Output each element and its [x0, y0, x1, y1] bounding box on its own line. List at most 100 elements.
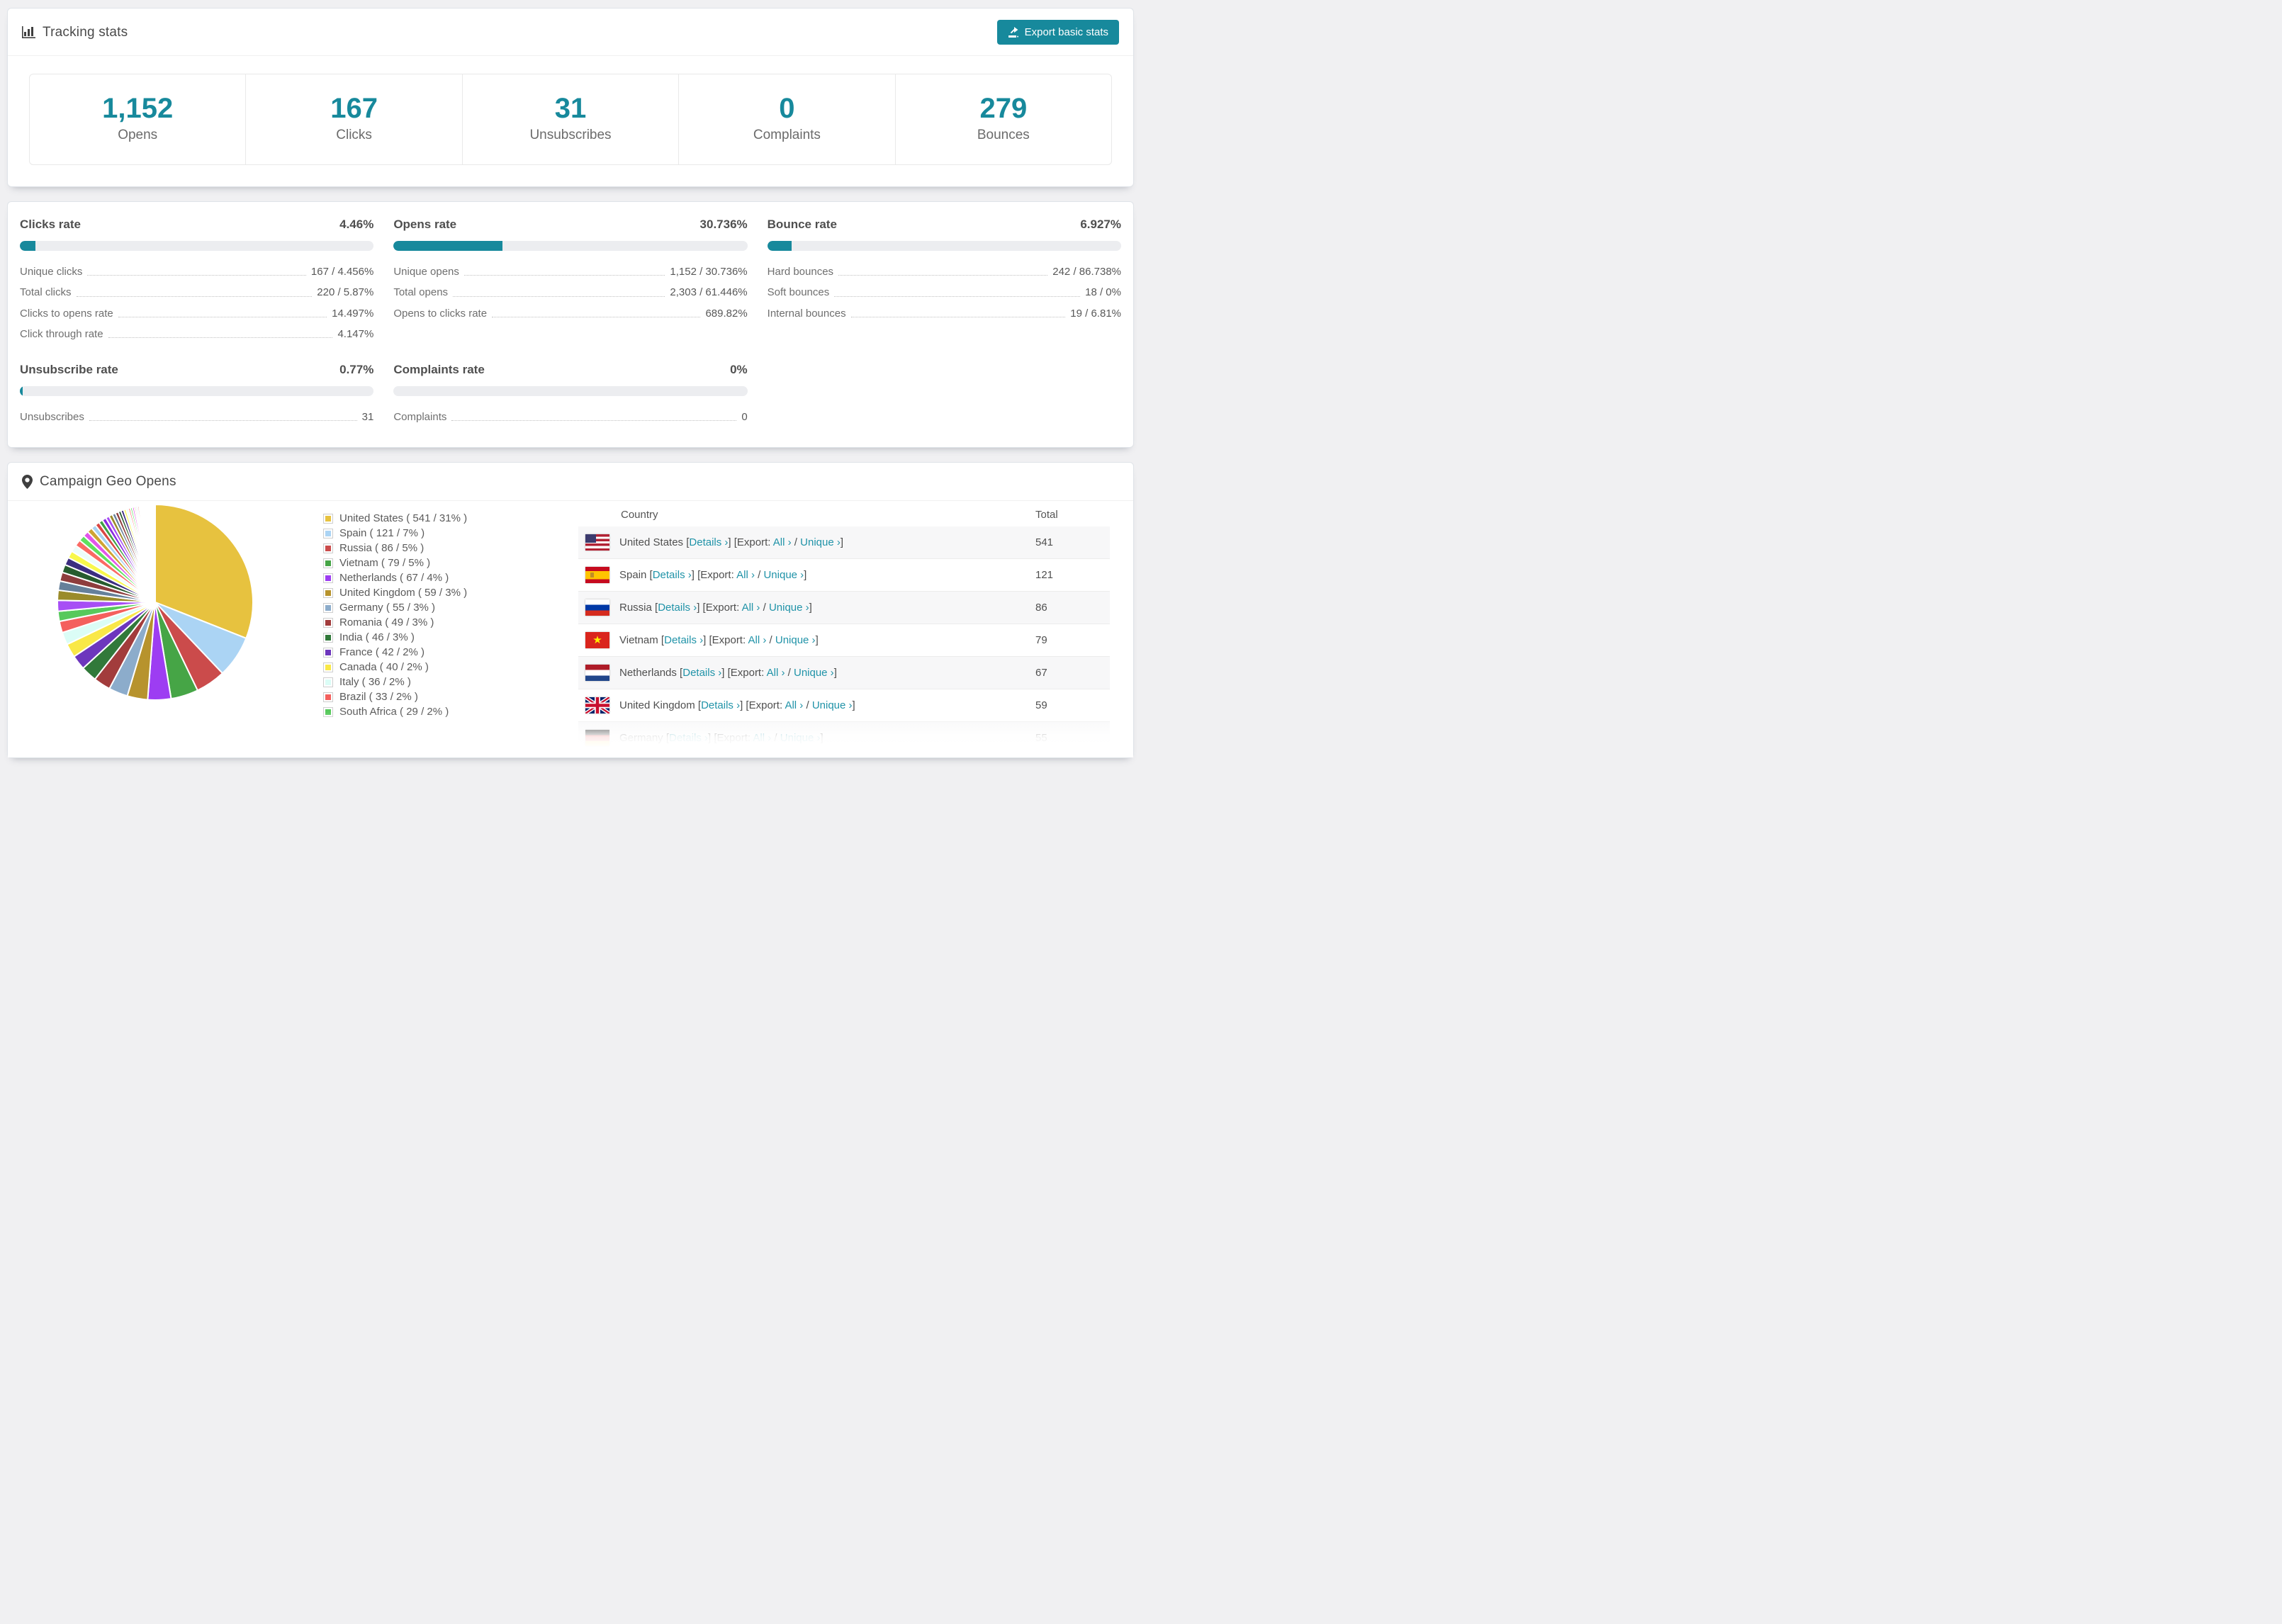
rate-row-label: Unsubscribes: [20, 411, 84, 423]
legend-item-spain[interactable]: Spain ( 121 / 7% ): [323, 526, 467, 541]
rate-block-opens-rate: Opens rate 30.736% Unique opens 1,152 / 30.…: [393, 218, 748, 340]
rate-rows: Complaints 0: [393, 411, 747, 423]
tracking-stats-card: Tracking stats Export basic stats 1,152 O…: [7, 8, 1134, 187]
legend-label: France ( 42 / 2% ): [339, 646, 425, 659]
details-link[interactable]: Details ›: [669, 732, 708, 744]
geo-table-row-united-states: United States [Details ›] [Export: All ›…: [578, 526, 1110, 560]
geo-row-total: 121: [1035, 569, 1054, 582]
geo-row-total: 86: [1035, 602, 1047, 614]
rate-row: Hard bounces 242 / 86.738%: [768, 266, 1121, 278]
stat-value: 0: [779, 93, 795, 124]
export-all-link[interactable]: All ›: [773, 536, 792, 548]
export-all-link[interactable]: All ›: [767, 667, 785, 679]
legend-label: Germany ( 55 / 3% ): [339, 602, 436, 614]
geo-row-total: 59: [1035, 699, 1047, 712]
export-unique-link[interactable]: Unique ›: [780, 732, 821, 744]
export-all-link[interactable]: All ›: [748, 634, 767, 646]
dotted-leader: [453, 295, 665, 297]
legend-color-chip: [323, 543, 333, 553]
legend-item-united-kingdom[interactable]: United Kingdom ( 59 / 3% ): [323, 585, 467, 600]
export-basic-stats-button[interactable]: Export basic stats: [996, 20, 1119, 45]
rate-row: Click through rate 4.147%: [20, 328, 373, 340]
geo-title: Campaign Geo Opens: [22, 474, 176, 490]
rate-row-label: Unique clicks: [20, 266, 83, 278]
legend-color-chip: [323, 647, 333, 658]
export-all-link[interactable]: All ›: [785, 699, 803, 711]
details-link[interactable]: Details ›: [682, 667, 721, 679]
rate-progress-track: [20, 386, 374, 396]
rate-title: Opens rate: [393, 218, 457, 231]
rate-row-value: 689.82%: [705, 307, 748, 320]
geo-row-country-cell: Germany [Details ›] [Export: All › / Uni…: [578, 730, 1035, 747]
legend-color-chip: [323, 662, 333, 672]
legend-color-chip: [323, 706, 333, 717]
rate-progress-fill: [393, 241, 502, 251]
legend-color-chip: [323, 677, 333, 687]
rate-row-value: 18 / 0%: [1085, 286, 1121, 299]
geo-body: United States ( 541 / 31% ) Spain ( 121 /…: [8, 501, 1133, 758]
rate-row-label: Unique opens: [393, 266, 459, 278]
rate-row-value: 167 / 4.456%: [310, 266, 374, 278]
legend-label: United States ( 541 / 31% ): [339, 512, 468, 525]
geo-table-row-germany: Germany [Details ›] [Export: All › / Uni…: [578, 722, 1110, 755]
legend-item-south-africa[interactable]: South Africa ( 29 / 2% ): [323, 704, 467, 719]
legend-item-germany[interactable]: Germany ( 55 / 3% ): [323, 600, 467, 615]
stat-label: Complaints: [753, 128, 821, 142]
rate-row: Clicks to opens rate 14.497%: [20, 308, 373, 320]
details-link[interactable]: Details ›: [689, 536, 728, 548]
rate-row: Opens to clicks rate 689.82%: [393, 308, 747, 320]
details-link[interactable]: Details ›: [664, 634, 703, 646]
legend-label: United Kingdom ( 59 / 3% ): [339, 587, 468, 599]
legend-label: Canada ( 40 / 2% ): [339, 661, 429, 674]
flag-icon-vn: [585, 632, 609, 649]
legend-item-vietnam[interactable]: Vietnam ( 79 / 5% ): [323, 556, 467, 570]
dotted-leader: [87, 275, 306, 276]
export-unique-link[interactable]: Unique ›: [800, 536, 841, 548]
export-all-link[interactable]: All ›: [742, 602, 760, 614]
details-link[interactable]: Details ›: [653, 569, 692, 581]
stat-box-bounces: 279 Bounces: [894, 74, 1111, 164]
rate-rows: Unsubscribes 31: [20, 411, 373, 423]
geo-table-header-country: Country: [621, 508, 658, 521]
geo-row-total: 55: [1035, 732, 1047, 745]
legend-label: Netherlands ( 67 / 4% ): [339, 572, 449, 585]
geo-row-country-cell: Netherlands [Details ›] [Export: All › /…: [578, 665, 1035, 682]
legend-item-india[interactable]: India ( 46 / 3% ): [323, 630, 467, 645]
legend-item-canada[interactable]: Canada ( 40 / 2% ): [323, 660, 467, 675]
rate-row-label: Hard bounces: [767, 266, 834, 278]
legend-item-romania[interactable]: Romania ( 49 / 3% ): [323, 615, 467, 630]
export-all-link[interactable]: All ›: [736, 569, 755, 581]
geo-row-country-cell: Vietnam [Details ›] [Export: All › / Uni…: [578, 632, 1035, 649]
legend-color-chip: [323, 558, 333, 568]
geo-table-header-total: Total: [1035, 508, 1058, 521]
export-unique-link[interactable]: Unique ›: [769, 602, 809, 614]
legend-item-russia[interactable]: Russia ( 86 / 5% ): [323, 541, 467, 556]
legend-item-italy[interactable]: Italy ( 36 / 2% ): [323, 675, 467, 689]
legend-item-brazil[interactable]: Brazil ( 33 / 2% ): [323, 689, 467, 704]
legend-item-netherlands[interactable]: Netherlands ( 67 / 4% ): [323, 570, 467, 585]
stat-value: 31: [554, 93, 587, 124]
export-unique-link[interactable]: Unique ›: [775, 634, 816, 646]
rate-row-value: 4.147%: [337, 327, 374, 340]
legend-label: Spain ( 121 / 7% ): [339, 527, 425, 540]
campaign-geo-opens-card: Campaign Geo Opens United States ( 541 /…: [7, 462, 1134, 759]
geo-table-row-netherlands: Netherlands [Details ›] [Export: All › /…: [578, 657, 1110, 690]
geo-row-text: Spain [Details ›] [Export: All › / Uniqu…: [619, 569, 807, 582]
legend-color-chip: [323, 692, 333, 702]
legend-item-united-states[interactable]: United States ( 541 / 31% ): [323, 511, 467, 526]
stat-label: Opens: [118, 128, 158, 142]
rate-row-value: 19 / 6.81%: [1070, 307, 1121, 320]
details-link[interactable]: Details ›: [701, 699, 740, 711]
export-all-link[interactable]: All ›: [753, 732, 771, 744]
rate-row-label: Internal bounces: [767, 307, 846, 320]
rate-rows: Unique opens 1,152 / 30.736% Total opens 2,…: [393, 266, 747, 320]
export-unique-link[interactable]: Unique ›: [763, 569, 804, 581]
export-unique-link[interactable]: Unique ›: [794, 667, 834, 679]
rate-head: Clicks rate 4.46%: [20, 218, 373, 232]
rate-rows: Hard bounces 242 / 86.738% Soft bounces 18 …: [768, 266, 1121, 320]
legend-item-france[interactable]: France ( 42 / 2% ): [323, 645, 467, 660]
dotted-leader: [834, 295, 1081, 297]
legend-label: South Africa ( 29 / 2% ): [339, 706, 449, 718]
export-unique-link[interactable]: Unique ›: [812, 699, 853, 711]
details-link[interactable]: Details ›: [658, 602, 697, 614]
